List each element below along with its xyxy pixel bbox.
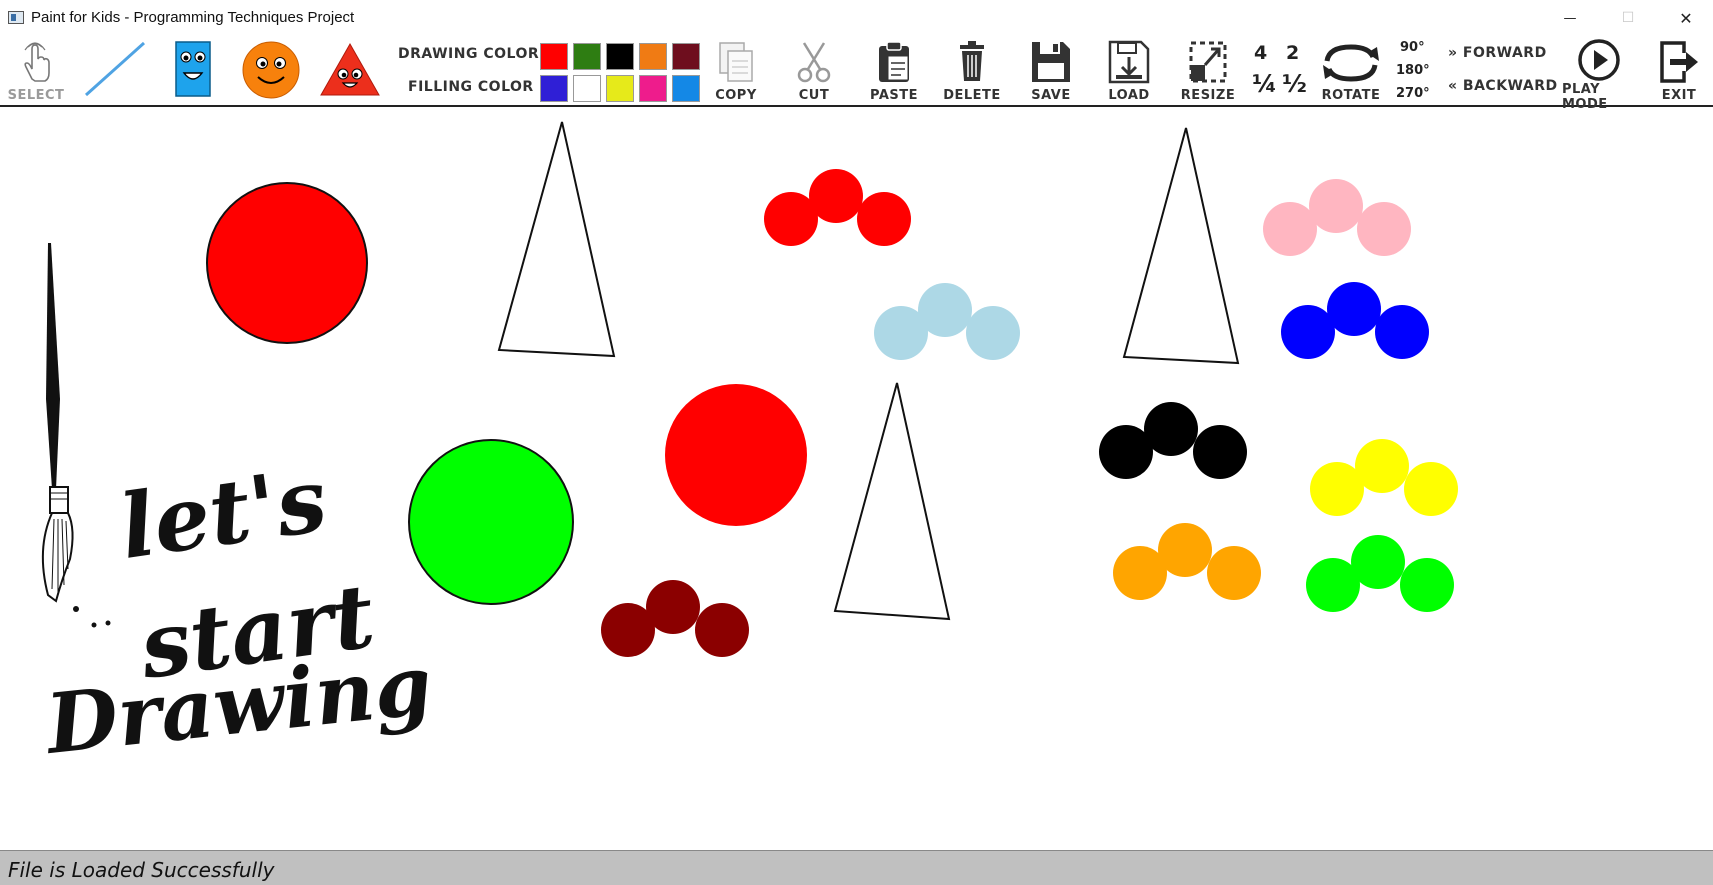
select-label: SELECT xyxy=(7,88,65,103)
rotate-arrows-icon xyxy=(1319,36,1383,88)
paintbrush-illustration xyxy=(41,243,111,628)
drawing-canvas[interactable]: let's start Drawing xyxy=(0,109,1713,850)
drawing-color-swatch-maroon[interactable] xyxy=(672,43,700,70)
minimize-button[interactable]: — xyxy=(1542,0,1598,36)
color-palette xyxy=(540,43,700,103)
scale-quarter-button[interactable]: ¼ xyxy=(1252,70,1277,98)
triangle-tool[interactable] xyxy=(318,36,382,106)
cut-label: CUT xyxy=(798,88,830,103)
drawing-color-swatch-orange[interactable] xyxy=(639,43,667,70)
line-tool[interactable] xyxy=(82,36,148,106)
floppy-disk-icon xyxy=(1029,36,1073,88)
close-button[interactable]: ✕ xyxy=(1658,0,1713,36)
rectangle-character-icon xyxy=(173,36,213,102)
copy-icon xyxy=(716,36,756,88)
resize-label: RESIZE xyxy=(1180,88,1236,103)
exit-button[interactable]: EXIT xyxy=(1652,36,1706,106)
rotate-button[interactable]: ROTATE xyxy=(1316,36,1386,106)
scale-2-button[interactable]: 2 xyxy=(1286,42,1299,64)
drawing-color-swatch-red[interactable] xyxy=(540,43,568,70)
filling-color-swatch-blue[interactable] xyxy=(540,75,568,102)
light-blue-cluster xyxy=(874,283,1020,360)
line-tool-icon xyxy=(82,36,148,102)
load-button[interactable]: LOAD xyxy=(1102,36,1156,106)
scissors-icon xyxy=(794,36,834,88)
resize-icon xyxy=(1187,36,1229,88)
yellow-cluster xyxy=(1310,439,1458,516)
outlined-triangle xyxy=(497,121,616,358)
load-label: LOAD xyxy=(1108,88,1150,103)
paste-button[interactable]: PASTE xyxy=(866,36,922,106)
outlined-triangle xyxy=(833,382,951,621)
drawing-color-swatch-green[interactable] xyxy=(573,43,601,70)
filling-color-swatch-white[interactable] xyxy=(573,75,601,102)
minimize-icon: — xyxy=(1563,10,1577,26)
filling-color-swatch-pink[interactable] xyxy=(639,75,667,102)
copy-label: COPY xyxy=(715,88,757,103)
color-labels: DRAWING COLOR FILLING COLOR xyxy=(396,36,539,106)
maximize-button[interactable]: ☐ xyxy=(1600,0,1656,36)
rotation-angles: 90° 180° 270° xyxy=(1394,36,1434,106)
angle-90-button[interactable]: 90° xyxy=(1400,40,1425,55)
triangle-character-icon xyxy=(319,36,381,102)
angle-270-button[interactable]: 270° xyxy=(1396,86,1430,101)
red-circle xyxy=(206,182,368,344)
filling-color-label: FILLING COLOR xyxy=(408,79,534,95)
play-mode-button[interactable]: PLAY MODE xyxy=(1562,36,1636,112)
status-bar: File is Loaded Successfully xyxy=(0,850,1713,885)
exit-icon xyxy=(1658,36,1700,88)
exit-label: EXIT xyxy=(1661,88,1697,103)
status-message: File is Loaded Successfully xyxy=(8,858,275,882)
play-mode-label: PLAY MODE xyxy=(1562,82,1608,112)
red-circle-filled xyxy=(665,384,807,526)
select-tool[interactable]: SELECT xyxy=(8,36,64,106)
green-cluster xyxy=(1306,535,1454,612)
play-icon xyxy=(1576,36,1622,82)
maximize-icon: ☐ xyxy=(1621,10,1635,26)
resize-button[interactable]: RESIZE xyxy=(1180,36,1236,106)
trash-icon xyxy=(954,36,990,88)
filling-color-swatch-yellow[interactable] xyxy=(606,75,634,102)
rectangle-tool[interactable] xyxy=(172,36,214,106)
delete-label: DELETE xyxy=(943,88,1001,103)
angle-180-button[interactable]: 180° xyxy=(1396,63,1430,78)
paste-label: PASTE xyxy=(869,88,918,103)
close-icon: ✕ xyxy=(1679,8,1693,28)
scale-factors: 4 2 ¼ ½ xyxy=(1250,36,1310,106)
save-button[interactable]: SAVE xyxy=(1024,36,1078,106)
clipboard-icon xyxy=(874,36,914,88)
drawing-color-label: DRAWING COLOR xyxy=(398,46,540,62)
scale-4-button[interactable]: 4 xyxy=(1254,42,1267,64)
outlined-triangle xyxy=(1122,127,1240,365)
app-icon xyxy=(8,11,24,24)
window-title: Paint for Kids - Programming Techniques … xyxy=(31,9,355,26)
red-cluster xyxy=(764,169,911,246)
copy-button[interactable]: COPY xyxy=(710,36,762,106)
blue-cluster xyxy=(1281,282,1429,359)
save-label: SAVE xyxy=(1031,88,1071,103)
delete-button[interactable]: DELETE xyxy=(942,36,1002,106)
cut-button[interactable]: CUT xyxy=(788,36,840,106)
title-bar: Paint for Kids - Programming Techniques … xyxy=(0,0,1713,36)
forward-button[interactable]: » FORWARD xyxy=(1448,45,1547,61)
orange-cluster xyxy=(1113,523,1261,600)
hand-pointer-icon xyxy=(18,36,54,88)
circle-smiley-icon xyxy=(241,36,301,102)
drawing-color-swatch-black[interactable] xyxy=(606,43,634,70)
circle-tool[interactable] xyxy=(240,36,302,106)
black-cluster xyxy=(1099,402,1247,479)
green-circle xyxy=(408,439,574,605)
rotate-label: ROTATE xyxy=(1321,88,1381,103)
backward-button[interactable]: « BACKWARD xyxy=(1448,78,1558,94)
load-disk-icon xyxy=(1107,36,1151,88)
scale-half-button[interactable]: ½ xyxy=(1282,70,1307,98)
maroon-cluster xyxy=(601,580,749,657)
toolbar: SELECT DRAWING COLOR FILLING COLOR COPY … xyxy=(0,36,1713,112)
pink-cluster xyxy=(1263,179,1411,256)
forward-backward: » FORWARD « BACKWARD xyxy=(1446,36,1558,106)
paint-window: Paint for Kids - Programming Techniques … xyxy=(0,0,1713,885)
filling-color-swatch-sky-blue[interactable] xyxy=(672,75,700,102)
